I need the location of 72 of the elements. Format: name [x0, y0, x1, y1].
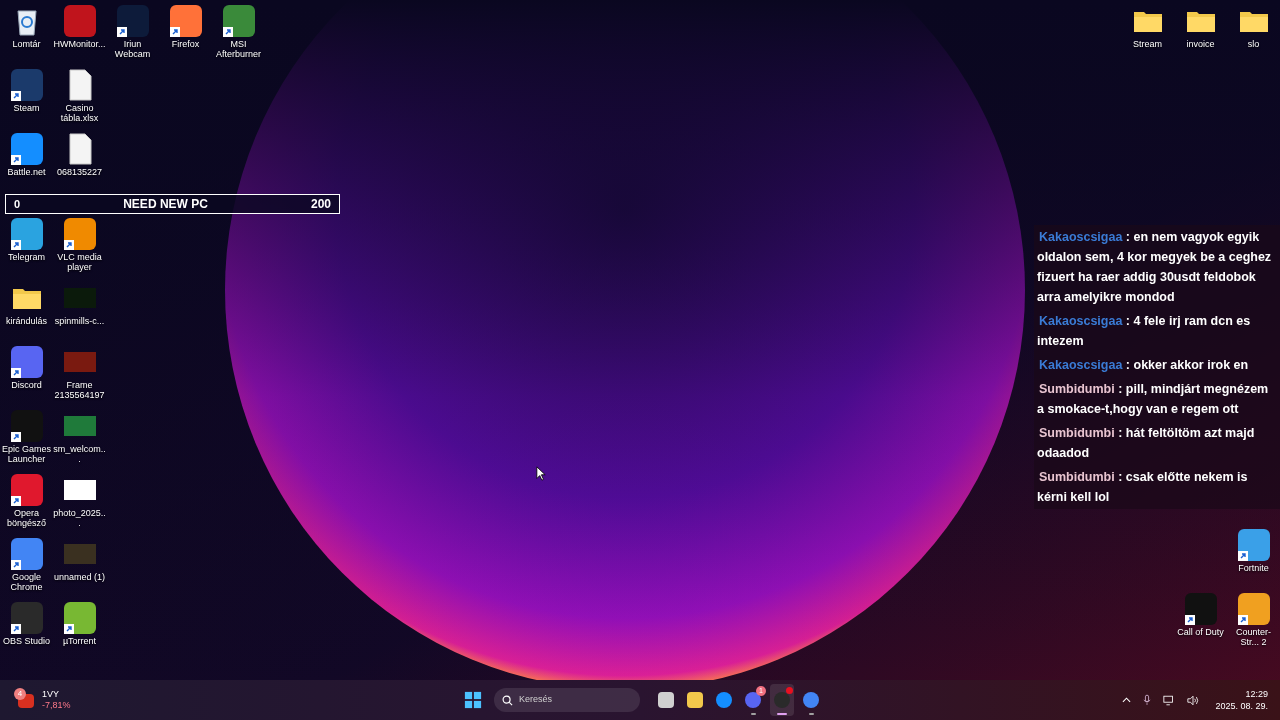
search-icon: [502, 694, 513, 706]
chat-message: Kakaoscsigaa : en nem vagyok egyik oldalon sem, 4 kor megyek be a ceghez fizuert ha raer addig 30usdt feldobok arra amelyikre mondod: [1037, 229, 1273, 306]
running-indicator: [808, 713, 814, 715]
icon-label: sm_welcom...: [53, 444, 106, 464]
chat-message: Kakaoscsigaa : 4 fele irj ram dcn es intezem: [1037, 313, 1252, 350]
clock-time: 12:29: [1245, 688, 1268, 700]
network-icon[interactable]: [1163, 694, 1176, 706]
icon-label: unnamed (1): [53, 572, 106, 582]
start-icon[interactable]: [464, 691, 482, 709]
goal-current: 0: [14, 196, 21, 212]
notification-badge: 4: [14, 688, 26, 700]
icon-label: Iriun Webcam: [113, 39, 152, 59]
chat-username: Kakaoscsigaa: [1039, 358, 1123, 372]
icon-label: Stream: [1132, 39, 1163, 49]
microphone-icon[interactable]: [1143, 694, 1152, 706]
chat-message: Sumbidumbi : pill, mindjárt megnézem a smokace-t,hogy van e regem ott: [1037, 381, 1270, 418]
image-thumbnail[interactable]: [63, 416, 96, 436]
chat-username: Sumbidumbi: [1039, 382, 1115, 396]
icon-label: OBS Studio: [2, 636, 51, 646]
icon-label: Lomtár: [11, 39, 42, 49]
icon-label: kirándulás: [5, 316, 48, 326]
icon-label: Telegram: [7, 252, 46, 262]
icon-label: Fortnite: [1237, 563, 1270, 573]
chat-username: Kakaoscsigaa: [1039, 314, 1123, 328]
taskbar-app-button[interactable]: [770, 684, 794, 716]
image-thumbnail[interactable]: [63, 352, 96, 372]
chat-username: Sumbidumbi: [1039, 426, 1115, 440]
icon-label: HWMonitor...: [53, 39, 106, 49]
search-field[interactable]: Keresés: [494, 688, 640, 712]
icon-label: VLC media player: [56, 252, 103, 272]
image-thumbnail[interactable]: [63, 544, 96, 564]
app-icon: [774, 692, 790, 708]
icon-label: photo_2025...: [53, 508, 106, 528]
icon-label: Call of Duty: [1176, 627, 1225, 637]
volume-icon[interactable]: [1187, 694, 1200, 706]
running-indicator: [750, 713, 756, 715]
goal-target: 200: [310, 196, 331, 213]
stock-change: -7,81%: [42, 700, 71, 711]
chat-username: Sumbidumbi: [1039, 470, 1115, 484]
app-icon: [716, 692, 732, 708]
clock-date: 2025. 08. 29.: [1215, 700, 1268, 712]
mouse-cursor-icon: [536, 466, 546, 481]
icon-label: Counter-Str... 2: [1235, 627, 1272, 647]
icon-label: Discord: [10, 380, 43, 390]
icon-label: Steam: [12, 103, 41, 113]
running-indicator: [777, 713, 787, 715]
task-view-icon: [658, 692, 674, 708]
icon-label: MSI Afterburner: [215, 39, 262, 59]
icon-label: invoice: [1185, 39, 1216, 49]
icon-label: 068135227: [55, 167, 104, 177]
icon-label: Epic Games Launcher: [1, 444, 52, 464]
icon-label: Battle.net: [6, 167, 47, 177]
chat-username: Kakaoscsigaa: [1039, 230, 1123, 244]
chat-message: Sumbidumbi : csak előtte nekem is kérni kell lol: [1037, 469, 1249, 506]
app-icon: [745, 692, 761, 708]
icon-label: Firefox: [170, 39, 201, 49]
chat-message: Kakaoscsigaa : okker akkor irok en: [1038, 357, 1250, 374]
goal-title: NEED NEW PC: [122, 197, 209, 211]
browser-icon: [803, 692, 819, 708]
chevron-up-icon[interactable]: [1122, 697, 1132, 703]
chat-message: Sumbidumbi : hát feltöltöm azt majd odaadod: [1037, 425, 1256, 462]
search-input[interactable]: Keresés: [519, 693, 619, 707]
icon-label: Frame 2135564197: [53, 380, 106, 400]
icon-label: Opera böngésző: [5, 508, 47, 528]
icon-label: slo: [1246, 39, 1261, 49]
icon-label: µTorrent: [61, 636, 98, 646]
stock-ticker: 1VY: [42, 689, 60, 700]
folder-icon: [687, 692, 703, 708]
icon-label: spinmills-c...: [53, 316, 106, 326]
icon-label: Google Chrome: [9, 572, 44, 592]
image-thumbnail[interactable]: [63, 480, 96, 500]
icon-label: Casino tábla.xlsx: [59, 103, 100, 123]
